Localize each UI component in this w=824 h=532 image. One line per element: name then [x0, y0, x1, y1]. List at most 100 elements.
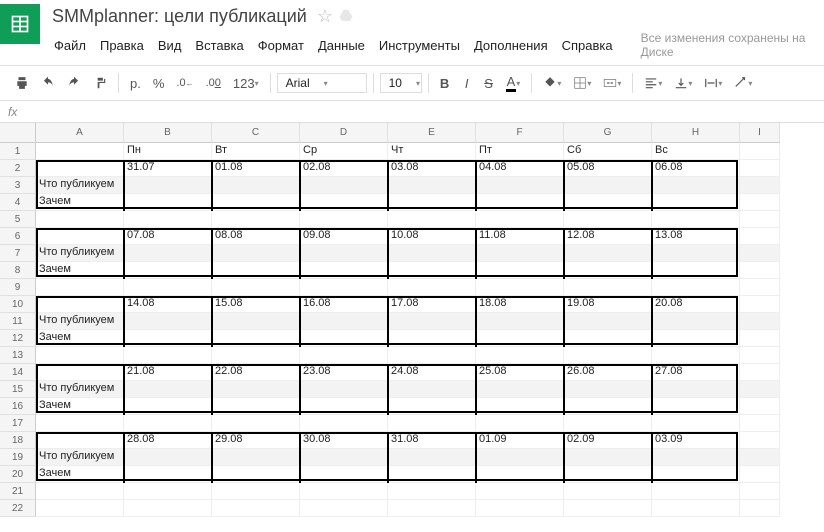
cell[interactable]: 16.08 — [300, 296, 388, 313]
row-header[interactable]: 17 — [0, 415, 36, 432]
row-header[interactable]: 8 — [0, 262, 36, 279]
row-header[interactable]: 13 — [0, 347, 36, 364]
cell[interactable]: 08.08 — [212, 228, 300, 245]
cell[interactable] — [300, 449, 388, 466]
spreadsheet-grid[interactable]: 12345678910111213141516171819202122 ABCD… — [0, 123, 824, 527]
column-header[interactable]: D — [300, 123, 388, 143]
cell[interactable] — [300, 313, 388, 330]
fill-color-button[interactable]: ▾ — [538, 72, 566, 94]
cell[interactable] — [124, 313, 212, 330]
cell[interactable] — [652, 398, 740, 415]
column-header[interactable]: F — [476, 123, 564, 143]
font-size-select[interactable]: 10▾ — [380, 73, 422, 93]
cell[interactable] — [652, 211, 740, 228]
cell[interactable] — [740, 449, 780, 466]
cell[interactable] — [652, 330, 740, 347]
cell[interactable] — [740, 415, 780, 432]
cell[interactable] — [564, 449, 652, 466]
cell[interactable] — [124, 330, 212, 347]
cell[interactable] — [212, 279, 300, 296]
cell[interactable]: Чт — [388, 143, 476, 160]
cell[interactable]: 10.08 — [388, 228, 476, 245]
cell[interactable] — [476, 211, 564, 228]
cell[interactable] — [652, 415, 740, 432]
cell[interactable]: Зачем — [36, 194, 124, 211]
row-header[interactable]: 22 — [0, 500, 36, 517]
cell[interactable] — [740, 398, 780, 415]
font-select[interactable]: Arial▾ — [277, 73, 367, 93]
drive-icon[interactable] — [339, 6, 353, 27]
cell[interactable] — [564, 177, 652, 194]
cell[interactable]: 07.08 — [124, 228, 212, 245]
cell[interactable] — [564, 262, 652, 279]
cell[interactable]: Что публикуем — [36, 313, 124, 330]
document-title[interactable]: SMMplanner: цели публикаций — [52, 6, 307, 27]
cell[interactable] — [476, 483, 564, 500]
cell[interactable]: 01.08 — [212, 160, 300, 177]
menu-view[interactable]: Вид — [158, 38, 182, 53]
cell[interactable] — [740, 330, 780, 347]
cell[interactable] — [36, 500, 124, 517]
cell[interactable] — [564, 381, 652, 398]
cell[interactable]: Вс — [652, 143, 740, 160]
cell[interactable] — [388, 177, 476, 194]
cell[interactable] — [476, 466, 564, 483]
cell[interactable]: Что публикуем — [36, 177, 124, 194]
cell[interactable] — [124, 483, 212, 500]
cell[interactable] — [740, 466, 780, 483]
cell[interactable]: Зачем — [36, 466, 124, 483]
cell[interactable] — [124, 347, 212, 364]
cell[interactable] — [300, 483, 388, 500]
cell[interactable] — [740, 279, 780, 296]
cell[interactable]: 30.08 — [300, 432, 388, 449]
row-header[interactable]: 16 — [0, 398, 36, 415]
cell[interactable] — [36, 432, 124, 449]
cell[interactable]: 29.08 — [212, 432, 300, 449]
cell[interactable] — [388, 398, 476, 415]
cell[interactable]: 06.08 — [652, 160, 740, 177]
cell[interactable] — [740, 177, 780, 194]
cell[interactable]: Что публикуем — [36, 245, 124, 262]
cell[interactable] — [652, 381, 740, 398]
cell[interactable]: Зачем — [36, 262, 124, 279]
cell[interactable] — [388, 415, 476, 432]
row-header[interactable]: 6 — [0, 228, 36, 245]
cell[interactable]: 20.08 — [652, 296, 740, 313]
cell[interactable] — [124, 279, 212, 296]
cell[interactable] — [212, 398, 300, 415]
cell[interactable] — [300, 381, 388, 398]
cell[interactable] — [652, 194, 740, 211]
cell[interactable] — [300, 245, 388, 262]
cell[interactable] — [124, 211, 212, 228]
cell[interactable]: 31.07 — [124, 160, 212, 177]
cell[interactable]: 04.08 — [476, 160, 564, 177]
cell[interactable] — [476, 381, 564, 398]
cell[interactable] — [300, 279, 388, 296]
cell[interactable] — [652, 313, 740, 330]
row-header[interactable]: 9 — [0, 279, 36, 296]
cell[interactable] — [388, 500, 476, 517]
cell[interactable]: 31.08 — [388, 432, 476, 449]
cell[interactable] — [300, 194, 388, 211]
cell[interactable] — [476, 245, 564, 262]
cell[interactable]: Пт — [476, 143, 564, 160]
menu-addons[interactable]: Дополнения — [474, 38, 548, 53]
cell[interactable]: 23.08 — [300, 364, 388, 381]
row-header[interactable]: 20 — [0, 466, 36, 483]
menu-insert[interactable]: Вставка — [195, 38, 243, 53]
cell[interactable]: 22.08 — [212, 364, 300, 381]
cell[interactable] — [740, 381, 780, 398]
cell[interactable] — [212, 330, 300, 347]
cell[interactable] — [212, 262, 300, 279]
row-header[interactable]: 11 — [0, 313, 36, 330]
cell[interactable] — [476, 313, 564, 330]
cell[interactable] — [652, 245, 740, 262]
cell[interactable] — [476, 398, 564, 415]
column-header[interactable]: H — [652, 123, 740, 143]
cell[interactable]: 12.08 — [564, 228, 652, 245]
cell[interactable] — [212, 211, 300, 228]
cell[interactable] — [652, 466, 740, 483]
cell[interactable] — [36, 160, 124, 177]
cell[interactable] — [212, 313, 300, 330]
cell[interactable] — [388, 194, 476, 211]
